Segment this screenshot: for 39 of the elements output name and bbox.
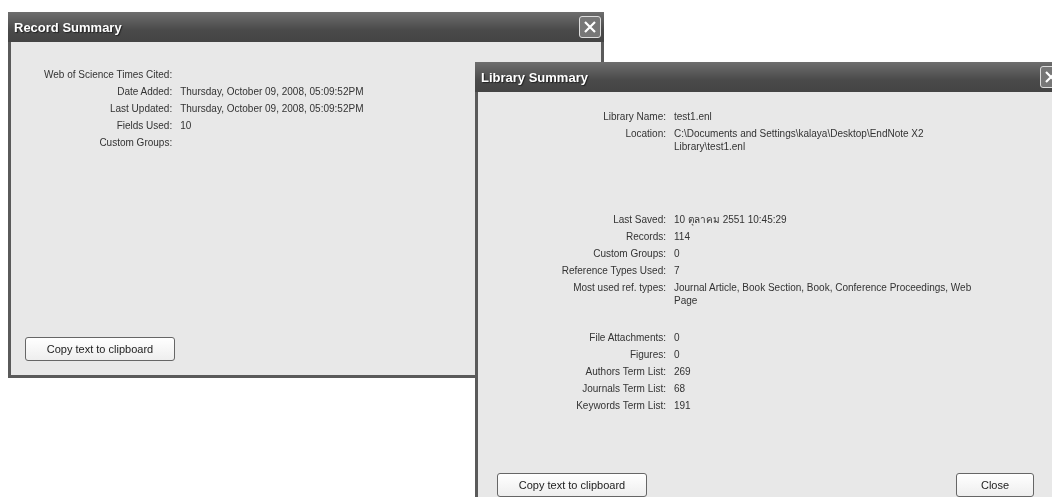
- field-label: File Attachments:: [588, 331, 666, 344]
- field-label: Last Saved:: [612, 213, 666, 226]
- field-value: 0: [674, 348, 680, 361]
- window-title: Library Summary: [481, 69, 588, 85]
- field-value: 191: [674, 399, 691, 412]
- close-dialog-button[interactable]: Close: [956, 473, 1034, 497]
- window-title: Record Summary: [14, 19, 122, 35]
- field-value: C:\Documents and Settings\kalaya\Desktop\EndNote X2 Library\test1.enl: [674, 127, 925, 153]
- field-label: Location:: [624, 127, 666, 141]
- field-label: Most used ref. types:: [572, 281, 666, 295]
- field-value: 0: [674, 331, 680, 344]
- field-label: Last Updated:: [108, 102, 173, 115]
- field-label: Custom Groups:: [98, 136, 173, 149]
- field-label: Keywords Term List:: [575, 399, 666, 412]
- field-label: Reference Types Used:: [560, 264, 666, 277]
- field-value: 7: [674, 264, 680, 277]
- copy-button[interactable]: Copy text to clipboard: [25, 337, 175, 361]
- field-value: 10 ตุลาคม 2551 10:45:29: [674, 213, 787, 226]
- field-label: Library Name:: [602, 110, 666, 123]
- field-value: Thursday, October 09, 2008, 05:09:52PM: [180, 102, 364, 115]
- field-value: Thursday, October 09, 2008, 05:09:52PM: [180, 85, 364, 98]
- field-value: 114: [674, 230, 690, 243]
- field-label: Custom Groups:: [592, 247, 666, 260]
- field-value: Journal Article, Book Section, Book, Conference Proceedings, Web Page: [674, 281, 973, 307]
- close-button[interactable]: [579, 16, 601, 38]
- field-value: test1.enl: [674, 110, 712, 123]
- field-label: Authors Term List:: [584, 365, 666, 378]
- close-icon: [583, 20, 597, 34]
- field-label: Journals Term List:: [581, 382, 666, 395]
- field-value: 68: [674, 382, 686, 395]
- field-label: Fields Used:: [115, 119, 173, 132]
- field-label: Figures:: [628, 348, 666, 361]
- field-value: 0: [674, 247, 680, 260]
- field-value: 269: [674, 365, 691, 378]
- field-label: Date Added:: [116, 85, 173, 98]
- field-label: Records:: [625, 230, 666, 243]
- field-label: Web of Science Times Cited:: [44, 68, 173, 81]
- field-value: 10: [180, 119, 192, 132]
- copy-button[interactable]: Copy text to clipboard: [497, 473, 647, 497]
